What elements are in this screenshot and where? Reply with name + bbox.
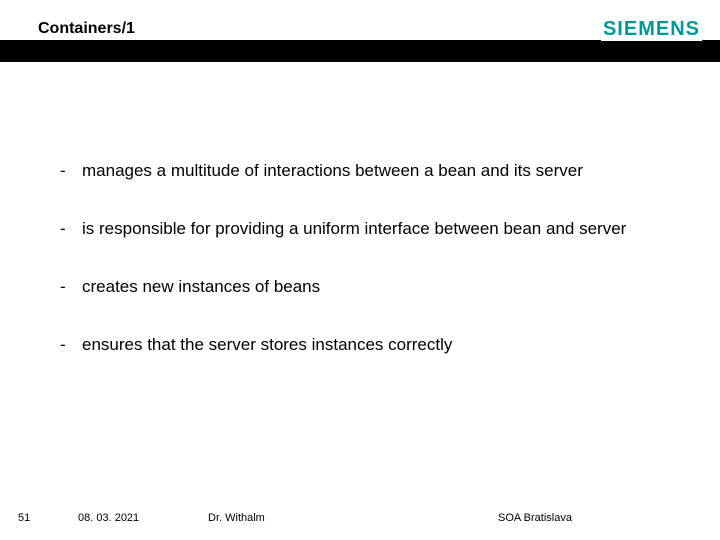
- list-item: - ensures that the server stores instanc…: [60, 334, 680, 356]
- bullet-text: creates new instances of beans: [82, 276, 680, 298]
- slide: Containers/1 SIEMENS - manages a multitu…: [0, 0, 720, 540]
- bullet-dash: -: [60, 160, 82, 182]
- footer-author: Dr. Withalm: [208, 512, 458, 524]
- bullet-dash: -: [60, 334, 82, 356]
- header-band: [0, 40, 720, 62]
- list-item: - manages a multitude of interactions be…: [60, 160, 680, 182]
- footer-venue: SOA Bratislava: [458, 512, 702, 524]
- bullet-text: ensures that the server stores instances…: [82, 334, 680, 356]
- brand-logo: SIEMENS: [601, 18, 702, 41]
- list-item: - creates new instances of beans: [60, 276, 680, 298]
- page-title: Containers/1: [38, 20, 135, 38]
- bullet-dash: -: [60, 218, 82, 240]
- list-item: - is responsible for providing a uniform…: [60, 218, 680, 240]
- footer: 51 08. 03. 2021 Dr. Withalm SOA Bratisla…: [18, 512, 702, 524]
- page-number: 51: [18, 512, 78, 524]
- content-area: - manages a multitude of interactions be…: [60, 160, 680, 392]
- bullet-dash: -: [60, 276, 82, 298]
- footer-date: 08. 03. 2021: [78, 512, 208, 524]
- bullet-text: manages a multitude of interactions betw…: [82, 160, 680, 182]
- bullet-text: is responsible for providing a uniform i…: [82, 218, 680, 240]
